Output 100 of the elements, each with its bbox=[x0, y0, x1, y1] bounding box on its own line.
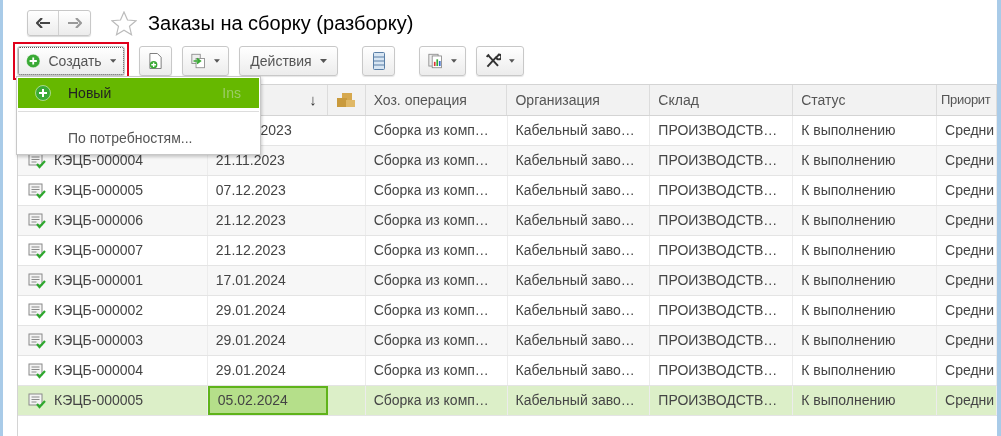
table-cell-text: К выполнению bbox=[801, 331, 896, 350]
table-cell-text: 17.01.2024 bbox=[214, 271, 287, 290]
table-cell-text: Кабельный заво… bbox=[515, 301, 635, 320]
table-cell-text: К выполнению bbox=[801, 391, 896, 410]
table-cell-text: 2023 bbox=[259, 121, 293, 140]
documents-arrow-icon bbox=[191, 52, 207, 70]
boxes-icon bbox=[336, 92, 357, 108]
table-cell-text: КЭЦБ-000007 bbox=[54, 241, 144, 260]
caret-icon bbox=[451, 59, 457, 63]
table-cell-text: КЭЦБ-000006 bbox=[54, 211, 144, 230]
table-cell-text: КЭЦБ-000004 bbox=[54, 151, 144, 170]
settings-button[interactable] bbox=[476, 46, 524, 76]
arrow-right-icon bbox=[67, 18, 82, 28]
table-cell-text: К выполнению bbox=[801, 151, 896, 170]
document-check-icon bbox=[28, 182, 46, 199]
chart-document-icon bbox=[428, 52, 444, 70]
table-cell-text: Кабельный заво… bbox=[515, 211, 635, 230]
table-row[interactable]: КЭЦБ-000007 21.12.2023 Сборка из комп… Кабельный заво… ПРОИЗВОДСТВ… К выполнению Средни bbox=[18, 236, 997, 266]
document-check-icon bbox=[28, 362, 46, 379]
table-cell-text: ПРОИЗВОДСТВ… bbox=[658, 241, 778, 260]
table-cell-text: Сборка из комп… bbox=[373, 271, 489, 290]
table-cell-text: КЭЦБ-000003 bbox=[54, 331, 144, 350]
table-row[interactable]: КЭЦБ-000001 17.01.2024 Сборка из комп… Кабельный заво… ПРОИЗВОДСТВ… К выполнению Средни bbox=[18, 266, 997, 296]
caret-icon bbox=[319, 59, 327, 63]
table-cell-text: Сборка из комп… bbox=[373, 301, 489, 320]
table-row[interactable]: КЭЦБ-000003 29.01.2024 Сборка из комп… Кабельный заво… ПРОИЗВОДСТВ… К выполнению Средни bbox=[18, 326, 997, 356]
list-icon bbox=[372, 52, 385, 70]
table-cell: 05.02.2024 bbox=[207, 386, 328, 415]
table-row[interactable]: КЭЦБ-000006 21.12.2023 Сборка из комп… Кабельный заво… ПРОИЗВОДСТВ… К выполнению Средни bbox=[18, 206, 997, 236]
table-cell-text: 29.01.2024 bbox=[214, 361, 287, 380]
document-check-icon bbox=[28, 212, 46, 229]
table-cell-text: 21.11.2023 bbox=[214, 151, 286, 170]
create-document-button[interactable] bbox=[139, 46, 172, 76]
tools-icon bbox=[485, 52, 502, 70]
table-cell-text: Средни bbox=[945, 181, 995, 200]
table-cell-text: К выполнению bbox=[801, 271, 896, 290]
table-cell-text: ПРОИЗВОДСТВ… bbox=[658, 331, 778, 350]
table-cell-text: Сборка из комп… bbox=[373, 211, 489, 230]
table-cell-text: К выполнению bbox=[801, 211, 896, 230]
column-header[interactable]: Хоз. операция bbox=[373, 89, 467, 111]
report-button[interactable] bbox=[419, 46, 466, 76]
document-check-icon bbox=[28, 302, 46, 319]
table-cell-text: Сборка из комп… bbox=[373, 391, 489, 410]
table-row[interactable]: КЭЦБ-000004 21.11.2023 Сборка из комп… Кабельный заво… ПРОИЗВОДСТВ… К выполнению Средни bbox=[18, 146, 997, 176]
table-cell-text: Сборка из комп… bbox=[373, 121, 489, 140]
table-cell-text: КЭЦБ-000004 bbox=[54, 361, 144, 380]
table-cell-text: ПРОИЗВОДСТВ… bbox=[658, 271, 778, 290]
copy-button[interactable] bbox=[182, 46, 229, 76]
table-cell-text: К выполнению bbox=[801, 121, 896, 140]
menu-item[interactable]: Новый Ins bbox=[18, 78, 259, 108]
table-row[interactable]: КЭЦБ-000002 29.01.2024 Сборка из комп… Кабельный заво… ПРОИЗВОДСТВ… К выполнению Средни bbox=[18, 296, 997, 326]
column-header[interactable]: Приорит bbox=[941, 90, 991, 110]
column-header[interactable]: Склад bbox=[658, 89, 699, 111]
caret-icon bbox=[214, 59, 220, 63]
document-check-icon bbox=[28, 242, 46, 259]
table-cell-text: Средни bbox=[945, 211, 995, 230]
table-cell-text: К выполнению bbox=[801, 301, 896, 320]
table-cell-text: 07.12.2023 bbox=[214, 181, 287, 200]
table-cell-text: ПРОИЗВОДСТВ… bbox=[658, 181, 778, 200]
table-cell-text: Кабельный заво… bbox=[515, 391, 635, 410]
document-check-icon bbox=[28, 332, 46, 349]
table-cell-text: Средни bbox=[945, 391, 995, 410]
plus-icon bbox=[26, 53, 41, 69]
table-cell-text: КЭЦБ-000005 bbox=[54, 181, 144, 200]
table-cell-text: Средни bbox=[945, 331, 995, 350]
document-check-icon bbox=[28, 392, 46, 409]
table-cell-text: 21.12.2023 bbox=[214, 211, 287, 230]
table-cell-text: ПРОИЗВОДСТВ… bbox=[658, 121, 778, 140]
table-cell-text: 29.01.2024 bbox=[214, 331, 287, 350]
new-document-icon bbox=[148, 52, 163, 70]
document-check-icon bbox=[28, 272, 46, 289]
table-row[interactable]: КЭЦБ-000004 29.01.2024 Сборка из комп… Кабельный заво… ПРОИЗВОДСТВ… К выполнению Средни bbox=[18, 356, 997, 386]
arrow-left-icon bbox=[36, 18, 50, 28]
table-cell-text: Кабельный заво… bbox=[515, 181, 635, 200]
star-icon[interactable] bbox=[111, 10, 137, 36]
table-row[interactable]: КЭЦБ-000005 07.12.2023 Сборка из комп… Кабельный заво… ПРОИЗВОДСТВ… К выполнению Средни bbox=[18, 176, 997, 206]
table-row[interactable]: КЭЦБ-000005 05.02.2024 Сборка из комп… Кабельный заво… ПРОИЗВОДСТВ… К выполнению Средни bbox=[18, 386, 997, 416]
list-button[interactable] bbox=[362, 46, 395, 76]
caret-icon bbox=[109, 59, 116, 63]
create-button[interactable]: Создать bbox=[17, 46, 125, 76]
table-cell-text: Средни bbox=[945, 121, 995, 140]
table-cell-text: Сборка из комп… bbox=[373, 361, 489, 380]
actions-button[interactable]: Действия bbox=[239, 46, 338, 76]
table-cell-text: Средни bbox=[945, 151, 995, 170]
table-cell-text: 21.12.2023 bbox=[214, 241, 287, 260]
caret-icon bbox=[509, 59, 515, 63]
table-cell-text: ПРОИЗВОДСТВ… bbox=[658, 211, 778, 230]
table-cell-text: Средни bbox=[945, 301, 995, 320]
table-cell-text: Кабельный заво… bbox=[515, 121, 635, 140]
column-header[interactable]: Статус bbox=[801, 89, 846, 111]
table-cell-text: Сборка из комп… bbox=[373, 181, 489, 200]
column-header[interactable]: Организация bbox=[515, 89, 600, 111]
table-cell-text: КЭЦБ-000001 bbox=[54, 271, 144, 290]
window-title: Заказы на сборку (разборку) bbox=[148, 13, 414, 33]
table-cell-text: Сборка из комп… bbox=[373, 151, 489, 170]
table-cell-text: КЭЦБ-000002 bbox=[54, 301, 144, 320]
table-cell-text: К выполнению bbox=[801, 181, 896, 200]
table-cell-text: ПРОИЗВОДСТВ… bbox=[658, 151, 778, 170]
table-cell-text: Средни bbox=[945, 271, 995, 290]
table-cell-text: Кабельный заво… bbox=[515, 241, 635, 260]
